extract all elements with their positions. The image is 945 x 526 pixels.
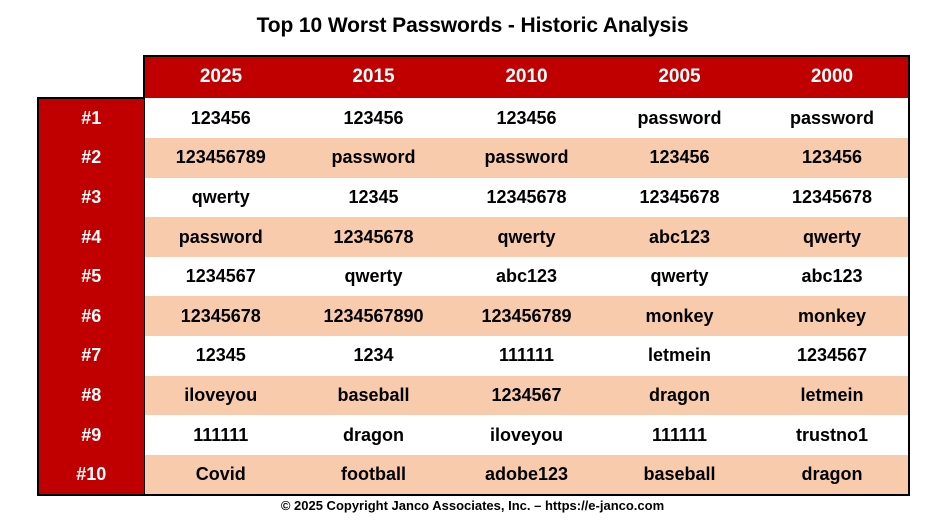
cell-2015-rank10: football <box>297 454 450 497</box>
rank-label-5: #5 <box>37 256 145 297</box>
rank-label-3: #3 <box>37 177 145 218</box>
cell-2010-rank6: 123456789 <box>450 296 603 337</box>
rank-label-7: #7 <box>37 336 145 376</box>
table-row: #1 123456 123456 123456 password passwor… <box>37 96 910 139</box>
cell-2015-rank7: 1234 <box>297 336 450 376</box>
copyright-footer: © 2025 Copyright Janco Associates, Inc. … <box>280 498 665 513</box>
column-header-2000: 2000 <box>756 55 910 98</box>
cell-2025-rank6: 12345678 <box>144 296 297 337</box>
cell-2025-rank9: 111111 <box>144 415 297 455</box>
page-title: Top 10 Worst Passwords - Historic Analys… <box>256 14 689 37</box>
rank-label-8: #8 <box>37 375 145 416</box>
cell-2005-rank9: 111111 <box>603 415 756 455</box>
cell-2000-rank1: password <box>756 97 910 139</box>
cell-2005-rank7: letmein <box>603 336 756 376</box>
table-row: #8 iloveyou baseball 1234567 dragon letm… <box>37 375 910 416</box>
cell-2010-rank1: 123456 <box>450 97 603 139</box>
column-header-2005: 2005 <box>603 55 756 98</box>
cell-2000-rank8: letmein <box>756 375 910 416</box>
table-row: #5 1234567 qwerty abc123 qwerty abc123 <box>37 256 910 297</box>
cell-2005-rank8: dragon <box>603 375 756 416</box>
cell-2025-rank5: 1234567 <box>144 256 297 297</box>
cell-2000-rank3: 12345678 <box>756 177 910 218</box>
table-corner-cell <box>38 56 144 98</box>
rank-label-2: #2 <box>37 138 145 178</box>
cell-2015-rank9: dragon <box>297 415 450 455</box>
cell-2025-rank8: iloveyou <box>144 375 297 416</box>
cell-2005-rank2: 123456 <box>603 138 756 178</box>
cell-2000-rank4: qwerty <box>756 217 910 257</box>
table-row: #7 12345 1234 111111 letmein 1234567 <box>37 336 910 376</box>
passwords-table: 2025 2015 2010 2005 2000 #1 123456 12345… <box>37 55 910 497</box>
cell-2015-rank1: 123456 <box>297 97 450 139</box>
rank-label-6: #6 <box>37 296 145 337</box>
table-row: #4 password 12345678 qwerty abc123 qwert… <box>37 217 910 257</box>
rank-label-4: #4 <box>37 217 145 257</box>
passwords-table-container: 2025 2015 2010 2005 2000 #1 123456 12345… <box>37 55 910 497</box>
cell-2025-rank10: Covid <box>144 454 297 497</box>
cell-2025-rank3: qwerty <box>144 177 297 218</box>
cell-2025-rank1: 123456 <box>144 97 297 139</box>
cell-2000-rank6: monkey <box>756 296 910 337</box>
cell-2015-rank6: 1234567890 <box>297 296 450 337</box>
cell-2025-rank2: 123456789 <box>144 138 297 178</box>
cell-2010-rank8: 1234567 <box>450 375 603 416</box>
cell-2010-rank7: 111111 <box>450 336 603 376</box>
password-chart-page: Top 10 Worst Passwords - Historic Analys… <box>0 0 945 526</box>
column-header-2015: 2015 <box>297 55 450 98</box>
rank-label-1: #1 <box>37 96 145 139</box>
cell-2000-rank7: 1234567 <box>756 336 910 376</box>
cell-2005-rank5: qwerty <box>603 256 756 297</box>
cell-2010-rank5: abc123 <box>450 256 603 297</box>
cell-2015-rank3: 12345 <box>297 177 450 218</box>
table-row: #3 qwerty 12345 12345678 12345678 123456… <box>37 177 910 218</box>
cell-2010-rank9: iloveyou <box>450 415 603 455</box>
rank-label-9: #9 <box>37 415 145 455</box>
table-row: #9 111111 dragon iloveyou 111111 trustno… <box>37 415 910 455</box>
table-body: #1 123456 123456 123456 password passwor… <box>37 96 910 497</box>
cell-2015-rank5: qwerty <box>297 256 450 297</box>
column-header-2025: 2025 <box>143 55 297 98</box>
cell-2025-rank4: password <box>144 217 297 257</box>
cell-2015-rank4: 12345678 <box>297 217 450 257</box>
cell-2010-rank2: password <box>450 138 603 178</box>
table-header: 2025 2015 2010 2005 2000 <box>38 55 910 98</box>
table-row: #6 12345678 1234567890 123456789 monkey … <box>37 296 910 337</box>
cell-2010-rank3: 12345678 <box>450 177 603 218</box>
cell-2000-rank10: dragon <box>756 454 910 497</box>
cell-2005-rank10: baseball <box>603 454 756 497</box>
table-row: #2 123456789 password password 123456 12… <box>37 138 910 178</box>
cell-2000-rank5: abc123 <box>756 256 910 297</box>
cell-2025-rank7: 12345 <box>144 336 297 376</box>
cell-2010-rank4: qwerty <box>450 217 603 257</box>
cell-2005-rank6: monkey <box>603 296 756 337</box>
table-row: #10 Covid football adobe123 baseball dra… <box>37 454 910 497</box>
cell-2015-rank2: password <box>297 138 450 178</box>
cell-2005-rank1: password <box>603 97 756 139</box>
cell-2000-rank9: trustno1 <box>756 415 910 455</box>
column-header-2010: 2010 <box>450 55 603 98</box>
cell-2005-rank4: abc123 <box>603 217 756 257</box>
cell-2000-rank2: 123456 <box>756 138 910 178</box>
cell-2005-rank3: 12345678 <box>603 177 756 218</box>
rank-label-10: #10 <box>37 454 145 497</box>
cell-2015-rank8: baseball <box>297 375 450 416</box>
cell-2010-rank10: adobe123 <box>450 454 603 497</box>
table-header-row: 2025 2015 2010 2005 2000 <box>38 55 910 98</box>
